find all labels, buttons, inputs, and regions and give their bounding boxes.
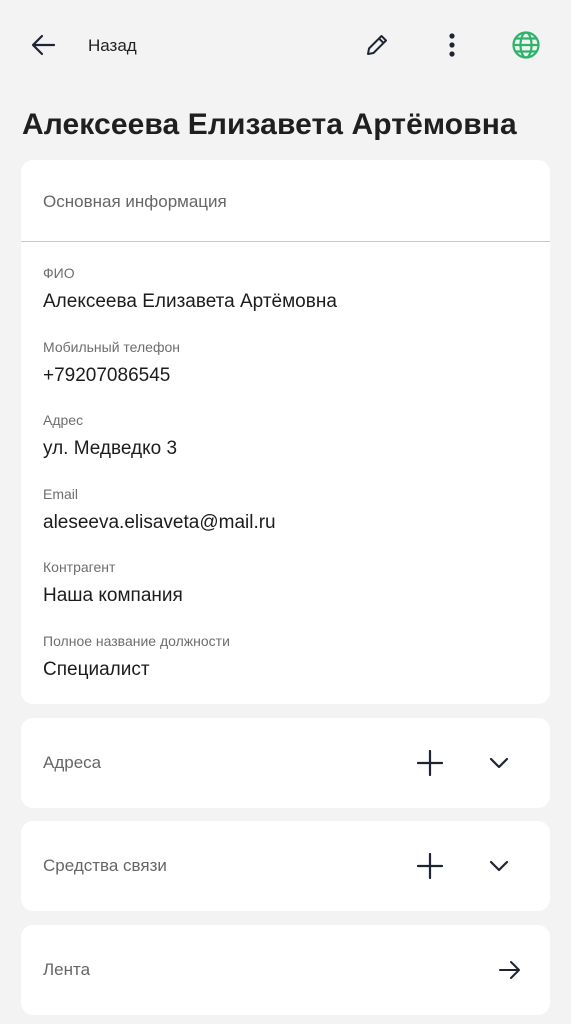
pencil-icon [367,35,387,55]
field-value: ул. Медведко 3 [43,438,178,459]
top-bar: Назад [0,0,571,90]
back-button[interactable] [22,23,66,67]
field-value[interactable]: aleseeva.elisaveta@mail.ru [43,511,276,535]
field-label: Мобильный телефон [43,339,180,355]
field-value[interactable]: +79207086545 [43,364,180,388]
plus-icon [417,750,443,776]
field-value[interactable]: Наша компания [43,584,183,608]
globe-icon [512,31,540,59]
chevron-down-icon [489,757,509,769]
expand-contacts-button[interactable] [476,843,522,889]
addresses-title: Адреса [43,753,102,772]
feed-section[interactable]: Лента [21,925,550,1015]
field-mobile-phone: Мобильный телефон +79207086545 [43,338,180,388]
arrow-right-icon [499,961,520,979]
chevron-down-icon [489,860,509,872]
feed-title: Лента [43,960,91,979]
main-info-title: Основная информация [43,192,227,211]
arrow-left-icon [31,34,56,56]
main-info-header: Основная информация [21,160,550,242]
field-full-name: ФИО Алексеева Елизавета Артёмовна [43,264,337,314]
add-address-button[interactable] [407,740,453,786]
field-job-title: Полное название должности Специалист [43,632,230,682]
field-label: Email [43,486,79,502]
field-label: ФИО [43,265,75,281]
back-label[interactable]: Назад [88,36,137,56]
field-label: Контрагент [43,559,116,575]
more-options-button[interactable] [430,23,474,67]
contacts-section[interactable]: Средства связи [21,821,550,911]
main-info-card: Основная информация ФИО Алексеева Елизав… [21,160,550,704]
field-email: Email aleseeva.elisaveta@mail.ru [43,485,276,535]
plus-icon [417,853,443,879]
field-counterparty: Контрагент Наша компания [43,558,183,608]
open-feed-button[interactable] [487,947,533,993]
field-value: Алексеева Елизавета Артёмовна [43,291,337,312]
language-button[interactable] [504,23,548,67]
edit-button[interactable] [355,23,399,67]
addresses-section[interactable]: Адреса [21,718,550,808]
field-address: Адрес ул. Медведко 3 [43,411,177,461]
field-value: Специалист [43,659,150,680]
more-vertical-icon [449,33,455,57]
expand-addresses-button[interactable] [476,740,522,786]
field-label: Полное название должности [43,633,230,649]
contacts-title: Средства связи [43,856,167,875]
field-label: Адрес [43,412,84,428]
add-contact-button[interactable] [407,843,453,889]
page-title: Алексеева Елизавета Артёмовна [22,108,517,141]
